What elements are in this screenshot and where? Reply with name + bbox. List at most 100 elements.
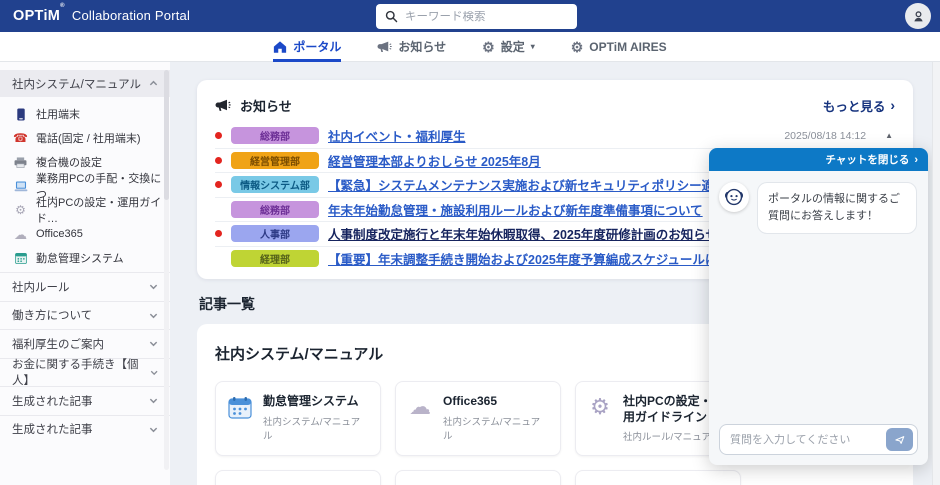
sidebar-item-pc-guidelines[interactable]: ⚙ 社内PCの設定・運用ガイド…	[0, 198, 170, 222]
sidebar-item-label: 社用端末	[36, 106, 80, 122]
printer-icon	[13, 157, 28, 168]
sidebar-section-internal-systems[interactable]: 社内システム/マニュアル	[0, 70, 170, 97]
article-card-office365[interactable]: ☁ Office365 社内システム/マニュアル	[395, 381, 561, 456]
megaphone-icon	[215, 98, 231, 113]
nav-tab-announcements[interactable]: お知らせ	[377, 32, 446, 62]
chevron-down-icon	[149, 396, 158, 405]
nav-tab-optim-aires[interactable]: ⚙ OPTiM AIRES	[571, 32, 667, 62]
sidebar-section-label: 福利厚生のご案内	[12, 336, 104, 352]
card-subtitle: 社内システム/マニュアル	[263, 414, 369, 442]
brand-product-name: Collaboration Portal	[72, 8, 190, 23]
chat-question-input[interactable]	[730, 434, 880, 446]
calendar-icon	[13, 252, 28, 264]
announcements-header: お知らせ もっと見る ›	[215, 93, 895, 117]
sidebar-item-company-devices[interactable]: 社用端末	[0, 102, 170, 126]
nav-tab-label: 設定	[501, 38, 525, 55]
laptop-icon	[13, 181, 28, 192]
department-badge: 総務部	[231, 201, 319, 218]
portal-page: OPTiM® Collaboration Portal ポータル お知らせ ⚙ …	[0, 0, 940, 485]
article-card-attendance[interactable]: 勤怠管理システム 社内システム/マニュアル	[215, 381, 381, 456]
brand-logo: OPTiM® Collaboration Portal	[0, 8, 190, 24]
chat-panel: チャットを閉じる › ポータルの情報に関するご質問にお答えします！	[709, 148, 928, 465]
sidebar-item-label: 複合機の設定	[36, 154, 102, 170]
nav-tab-label: お知らせ	[398, 38, 446, 55]
announcement-link[interactable]: 【重要】年末調整手続き開始および2025年度予算編成スケジュールについて	[328, 249, 755, 268]
unread-dot	[215, 181, 222, 188]
chevron-down-icon	[150, 368, 158, 377]
sidebar-item-label: Office365	[36, 228, 83, 240]
gear-icon: ⚙	[13, 204, 28, 216]
user-avatar-button[interactable]	[905, 3, 931, 29]
bot-message-bubble: ポータルの情報に関するご質問にお答えします！	[757, 182, 917, 234]
nav-tab-settings[interactable]: ⚙ 設定 ▾	[482, 32, 535, 62]
announcement-link[interactable]: 人事制度改定施行と年末年始休暇取得、2025年度研修計画のお知らせ	[328, 224, 718, 243]
sidebar-item-attendance-system[interactable]: 勤怠管理システム	[0, 246, 170, 270]
article-card-cutoff[interactable]	[575, 470, 741, 485]
app-header: OPTiM® Collaboration Portal	[0, 0, 940, 32]
sidebar-item-label: 社内PCの設定・運用ガイド…	[36, 194, 170, 226]
announcements-title: お知らせ	[240, 96, 292, 115]
person-icon	[911, 9, 926, 24]
sidebar-section-money-procedures[interactable]: お金に関する手続き【個人】	[0, 358, 170, 387]
sidebar-section-label: 社内ルール	[12, 279, 70, 295]
gear-icon: ⚙	[571, 40, 584, 54]
chevron-down-icon	[149, 425, 158, 434]
unread-dot	[215, 132, 222, 139]
chevron-right-icon: ›	[890, 97, 895, 113]
sidebar-section-welfare[interactable]: 福利厚生のご案内	[0, 329, 170, 358]
sidebar-section-label: 生成された記事	[12, 393, 93, 409]
page-scrollbar-track[interactable]	[932, 62, 940, 485]
send-button[interactable]	[886, 428, 913, 451]
scroll-up-icon[interactable]: ▲	[885, 131, 895, 140]
sidebar-section-label: 社内システム/マニュアル	[12, 76, 141, 92]
chevron-down-icon	[149, 311, 158, 320]
nav-tab-label: OPTiM AIRES	[589, 40, 666, 54]
sidebar-section-generated-articles-1[interactable]: 生成された記事	[0, 386, 170, 415]
unread-dot	[215, 230, 222, 237]
nav-tab-label: ポータル	[293, 38, 341, 55]
nav-tab-portal[interactable]: ポータル	[273, 32, 341, 62]
announcement-date: 2025/08/18 14:12	[784, 130, 866, 142]
sidebar-item-label: 電話(固定 / 社用端末)	[36, 130, 141, 146]
sidebar-section-label: お金に関する手続き【個人】	[12, 356, 150, 388]
card-title: 勤怠管理システム	[263, 394, 369, 410]
see-more-label: もっと見る	[823, 96, 886, 115]
search-icon	[385, 10, 398, 23]
chevron-down-icon: ▾	[531, 42, 535, 51]
chat-close-button[interactable]: チャットを閉じる ›	[709, 148, 928, 171]
unread-dot	[215, 157, 222, 164]
see-more-link[interactable]: もっと見る ›	[823, 96, 895, 115]
chat-input-bar	[719, 424, 918, 455]
sidebar-scrollbar-thumb[interactable]	[164, 70, 169, 200]
sidebar-item-phones[interactable]: ☎ 電話(固定 / 社用端末)	[0, 126, 170, 150]
smartphone-icon	[13, 108, 28, 121]
search-input[interactable]	[405, 11, 568, 23]
chevron-right-icon: ›	[914, 154, 918, 166]
article-card-cutoff[interactable]	[395, 470, 561, 485]
phone-icon: ☎	[13, 132, 28, 144]
card-subtitle: 社内システム/マニュアル	[443, 414, 549, 442]
card-title: Office365	[443, 394, 549, 410]
sidebar-item-list: 社用端末 ☎ 電話(固定 / 社用端末) 複合機の設定 業務用PCの手配・交換に…	[0, 97, 170, 272]
card-text: Office365 社内システム/マニュアル	[443, 394, 549, 443]
announcement-link[interactable]: 年末年始勤怠管理・施設利用ルールおよび新年度準備事項について	[328, 200, 703, 219]
sidebar-section-work-style[interactable]: 働き方について	[0, 301, 170, 330]
robot-icon	[724, 187, 744, 207]
article-card-cutoff[interactable]	[215, 470, 381, 485]
sidebar: 社内システム/マニュアル 社用端末 ☎ 電話(固定 / 社用端末) 複合機の設定	[0, 62, 170, 485]
announcement-link[interactable]: 社内イベント・福利厚生	[328, 126, 466, 145]
gear-icon: ⚙	[587, 394, 613, 443]
department-badge: 総務部	[231, 127, 319, 144]
global-search[interactable]	[376, 4, 577, 29]
sidebar-item-label: 勤怠管理システム	[36, 250, 124, 266]
sidebar-section-generated-articles-2[interactable]: 生成された記事	[0, 415, 170, 444]
announcements-title-group: お知らせ	[215, 96, 292, 115]
sidebar-section-label: 働き方について	[12, 307, 92, 323]
home-icon	[273, 40, 287, 54]
sidebar-section-company-rules[interactable]: 社内ルール	[0, 272, 170, 301]
announcement-link[interactable]: 経営管理本部よりおしらせ 2025年8月	[328, 151, 541, 170]
calendar-icon	[227, 394, 253, 443]
cloud-icon: ☁	[13, 228, 28, 241]
cloud-icon: ☁	[407, 394, 433, 443]
trademark-mark: ®	[60, 3, 65, 9]
